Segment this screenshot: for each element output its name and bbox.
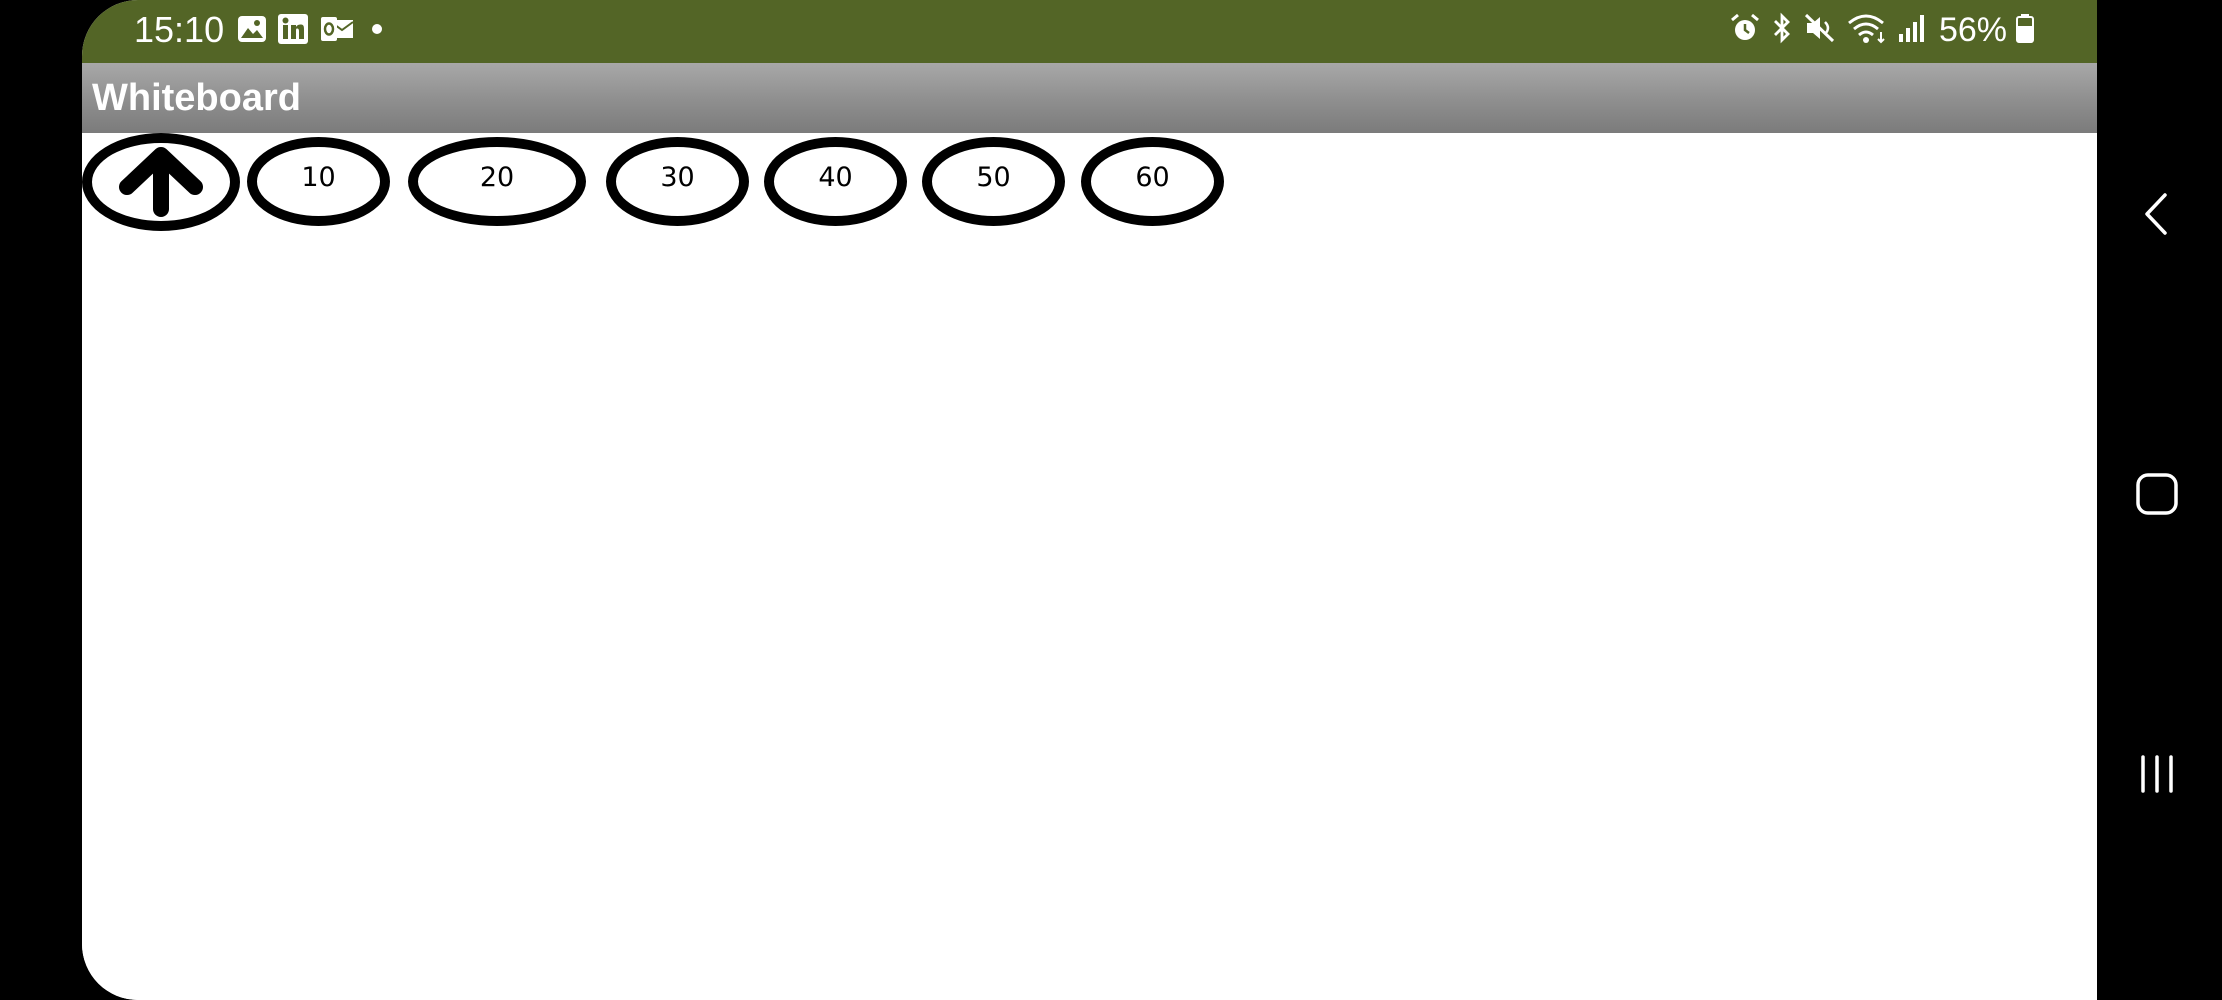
size-button-30[interactable]: 30 xyxy=(606,137,749,226)
mute-icon xyxy=(1803,12,1837,49)
arrow-up-button[interactable] xyxy=(82,133,240,231)
arrow-up-icon xyxy=(109,143,213,226)
home-icon xyxy=(2132,469,2182,524)
wifi-icon xyxy=(1845,12,1889,49)
outlook-icon xyxy=(319,14,355,49)
gallery-icon xyxy=(237,15,267,48)
size-label-60: 60 xyxy=(1135,162,1170,193)
size-label-50: 50 xyxy=(976,162,1011,193)
linkedin-icon xyxy=(277,13,309,50)
bluetooth-icon xyxy=(1769,12,1795,49)
back-icon xyxy=(2137,189,2177,244)
size-label-10: 10 xyxy=(301,162,336,193)
signal-icon xyxy=(1897,12,1925,49)
navigation-bar xyxy=(2097,0,2222,1000)
size-label-40: 40 xyxy=(818,162,853,193)
back-button[interactable] xyxy=(2117,176,2197,256)
brush-size-toolbar: 10 20 30 40 50 60 xyxy=(82,133,2097,233)
size-button-10[interactable]: 10 xyxy=(247,137,390,226)
size-button-40[interactable]: 40 xyxy=(764,137,907,226)
notification-icons xyxy=(237,13,389,50)
recents-icon xyxy=(2132,749,2182,804)
status-time: 15:10 xyxy=(134,9,225,50)
app-title: Whiteboard xyxy=(92,77,301,119)
size-label-30: 30 xyxy=(660,162,695,193)
system-status-icons: 56% xyxy=(1729,10,2035,50)
battery-percentage: 56% xyxy=(1938,11,2007,49)
size-button-20[interactable]: 20 xyxy=(408,137,586,226)
status-bar: 15:10 56% xyxy=(82,0,2097,63)
drawing-canvas[interactable] xyxy=(82,233,2097,1000)
size-button-50[interactable]: 50 xyxy=(922,137,1065,226)
size-button-60[interactable]: 60 xyxy=(1081,137,1224,226)
app-screen: 15:10 56% Whiteboard 10 20 30 40 50 60 xyxy=(82,0,2097,1000)
battery-icon xyxy=(2015,12,2035,49)
alarm-icon xyxy=(1729,12,1761,49)
app-bar: Whiteboard xyxy=(82,63,2097,133)
recents-button[interactable] xyxy=(2117,736,2197,816)
home-button[interactable] xyxy=(2117,456,2197,536)
dot-icon xyxy=(365,19,389,44)
size-label-20: 20 xyxy=(479,162,515,193)
